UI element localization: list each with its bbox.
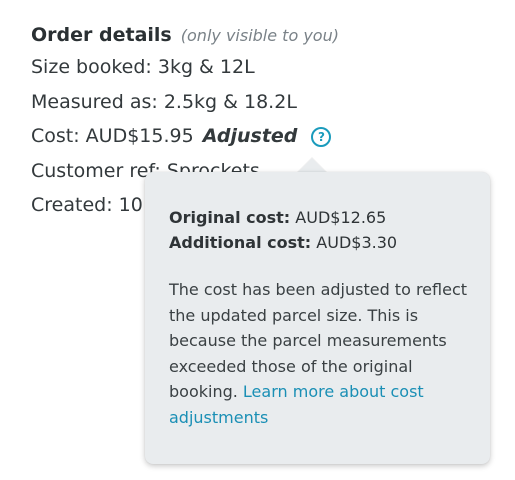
measured-as-line: Measured as: 2.5kg & 18.2L — [31, 90, 297, 113]
additional-cost-line: Additional cost: AUD$3.30 — [169, 230, 479, 255]
original-cost-line: Original cost: AUD$12.65 — [169, 205, 479, 230]
original-cost-label: Original cost: — [169, 208, 291, 227]
additional-cost-value: AUD$3.30 — [316, 233, 398, 252]
cost-value: Cost: AUD$15.95 — [31, 125, 194, 147]
order-details-header: Order details (only visible to you) — [31, 20, 501, 50]
order-details-heading: Order details — [31, 24, 172, 46]
question-circle-icon[interactable]: ? — [311, 127, 332, 147]
visibility-note: (only visible to you) — [180, 26, 339, 45]
cost-line: Cost: AUD$15.95 Adjusted ? — [31, 119, 501, 154]
original-cost-value: AUD$12.65 — [295, 208, 387, 227]
cost-adjustment-tooltip: Original cost: AUD$12.65 Additional cost… — [145, 172, 490, 464]
adjusted-label: Adjusted — [202, 125, 298, 147]
cost-explanation: The cost has been adjusted to reflect th… — [169, 277, 479, 430]
tooltip-content: Original cost: AUD$12.65 Additional cost… — [169, 205, 479, 430]
tooltip-arrow — [297, 158, 327, 173]
size-booked-line: Size booked: 3kg & 12L — [31, 56, 255, 78]
additional-cost-label: Additional cost: — [169, 233, 312, 252]
